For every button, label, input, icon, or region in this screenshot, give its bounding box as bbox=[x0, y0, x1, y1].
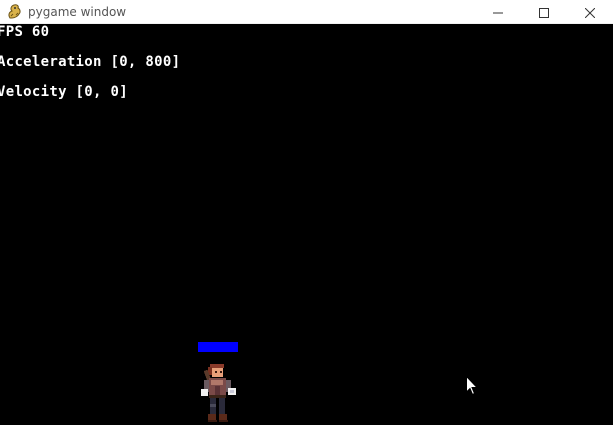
minimize-icon bbox=[493, 3, 503, 22]
player-health-fill bbox=[198, 342, 238, 352]
fps-readout: FPS 60 bbox=[0, 24, 50, 40]
close-button[interactable] bbox=[567, 0, 613, 24]
pygame-window: pygame window FPS 60 Acceleration [0, 80… bbox=[0, 0, 613, 427]
maximize-button[interactable] bbox=[521, 0, 567, 24]
acceleration-readout: Acceleration [0, 800] bbox=[0, 54, 181, 70]
player-character bbox=[195, 362, 239, 424]
maximize-icon bbox=[539, 3, 549, 22]
velocity-readout: Velocity [0, 0] bbox=[0, 84, 128, 100]
minimize-button[interactable] bbox=[475, 0, 521, 24]
game-canvas[interactable]: FPS 60 Acceleration [0, 800] Velocity [0… bbox=[0, 24, 613, 427]
close-icon bbox=[584, 3, 596, 22]
title-bar[interactable]: pygame window bbox=[0, 0, 613, 24]
window-title: pygame window bbox=[28, 5, 127, 19]
pygame-snake-icon bbox=[6, 3, 23, 20]
pixel-character-sprite bbox=[201, 364, 236, 422]
mouse-pointer-icon bbox=[466, 375, 479, 396]
player-health-bar bbox=[198, 342, 238, 352]
window-controls bbox=[475, 0, 613, 24]
